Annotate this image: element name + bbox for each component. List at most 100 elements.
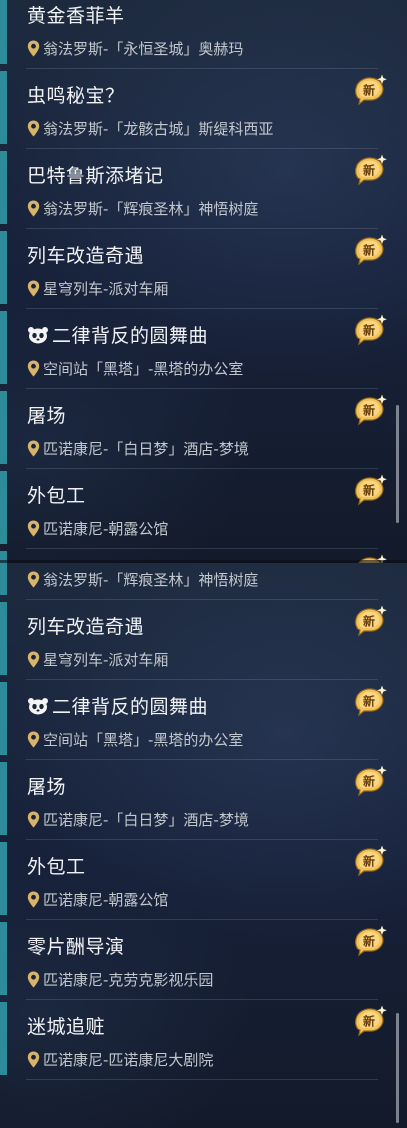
quest-location: 空间站「黑塔」-黑塔的办公室 — [27, 729, 243, 749]
new-badge-label: 新 — [363, 83, 375, 98]
new-badge: 新 — [355, 765, 387, 797]
quest-list-item[interactable]: 迷城追赃 匹诺康尼-匹诺康尼大剧院 新 — [0, 999, 407, 1080]
quest-title: 虫鸣秘宝？ — [27, 81, 125, 108]
location-text: 空间站「黑塔」-黑塔的办公室 — [43, 730, 244, 749]
quest-title: 屠场 — [27, 772, 66, 799]
item-accent-bar — [0, 922, 7, 995]
location-text: 匹诺康尼-匹诺康尼大剧院 — [43, 1050, 214, 1069]
new-badge: 新 — [355, 605, 387, 637]
item-accent-bar — [0, 471, 7, 544]
location-text: 匹诺康尼-朝露公馆 — [43, 519, 169, 538]
location-pin-icon — [27, 520, 40, 536]
new-badge: 新 — [355, 474, 387, 506]
quest-title: 列车改造奇遇 — [27, 241, 144, 268]
new-badge-label: 新 — [363, 243, 375, 258]
location-pin-icon — [27, 200, 40, 216]
location-text: 匹诺康尼-克劳克影视乐园 — [43, 970, 214, 989]
quest-list-top: 黄金香菲羊 翁法罗斯-「永恒圣城」奥赫玛 虫鸣秘宝？ 翁法罗斯-「龙骸古城」斯缇… — [0, 0, 407, 563]
new-badge-label: 新 — [363, 774, 375, 789]
new-badge: 新 — [355, 314, 387, 346]
quest-title-text: 二律背反的圆舞曲 — [52, 325, 209, 347]
location-pin-icon — [27, 40, 40, 56]
location-text: 匹诺康尼-「白日梦」酒店-梦境 — [43, 810, 249, 829]
quest-title: 零片酬导演 — [27, 932, 125, 959]
new-badge: 新 — [355, 1005, 387, 1037]
quest-list-item[interactable]: 屠场 匹诺康尼-「白日梦」酒店-梦境 新 — [0, 759, 407, 840]
new-badge-label: 新 — [363, 694, 375, 709]
location-text: 翁法罗斯-「辉痕圣林」神悟树庭 — [43, 570, 259, 589]
new-badge: 新 — [355, 234, 387, 266]
quest-title: 屠场 — [27, 401, 66, 428]
quest-title-text: 列车改造奇遇 — [27, 245, 145, 267]
location-text: 匹诺康尼-「白日梦」酒店-梦境 — [43, 439, 249, 458]
quest-title-text: 列车改造奇遇 — [27, 616, 145, 638]
location-pin-icon — [27, 651, 40, 667]
new-badge: 新 — [355, 74, 387, 106]
quest-title-text: 零片酬导演 — [27, 936, 125, 958]
scrollbar[interactable] — [396, 405, 399, 523]
item-accent-bar — [0, 151, 7, 224]
new-badge: 新 — [355, 845, 387, 877]
quest-location: 翁法罗斯-「龙骸古城」斯缇科西亚 — [27, 118, 273, 138]
new-badge-label: 新 — [363, 483, 375, 498]
quest-list-item[interactable]: 二律背反的圆舞曲 空间站「黑塔」-黑塔的办公室 新 — [0, 679, 407, 760]
item-accent-bar — [0, 0, 7, 64]
quest-location: 翁法罗斯-「永恒圣城」奥赫玛 — [27, 38, 243, 58]
quest-location: 匹诺康尼-匹诺康尼大剧院 — [27, 1049, 213, 1069]
new-badge-label: 新 — [363, 854, 375, 869]
location-pin-icon — [27, 571, 40, 587]
location-pin-icon — [27, 731, 40, 747]
location-text: 星穹列车-派对车厢 — [43, 279, 169, 298]
location-pin-icon — [27, 811, 40, 827]
quest-location: 匹诺康尼-「白日梦」酒店-梦境 — [27, 809, 249, 829]
panda-quest-icon — [28, 327, 48, 344]
quest-title-text: 二律背反的圆舞曲 — [52, 696, 209, 718]
quest-title: 迷城追赃 — [27, 1012, 105, 1039]
item-accent-bar — [0, 563, 7, 595]
quest-location: 匹诺康尼-「白日梦」酒店-梦境 — [27, 438, 249, 458]
quest-title: 外包工 — [27, 481, 86, 508]
quest-title: 二律背反的圆舞曲 — [27, 692, 208, 719]
item-accent-bar — [0, 682, 7, 755]
location-pin-icon — [27, 971, 40, 987]
item-accent-bar — [0, 391, 7, 464]
location-text: 翁法罗斯-「龙骸古城」斯缇科西亚 — [43, 119, 274, 138]
quest-location: 星穹列车-派对车厢 — [27, 278, 168, 298]
new-badge: 新 — [355, 685, 387, 717]
quest-list-item[interactable]: 外包工 匹诺康尼-朝露公馆 新 — [0, 839, 407, 920]
item-accent-bar — [0, 762, 7, 835]
quest-list-bottom: 巴特鲁斯添堵记 翁法罗斯-「辉痕圣林」神悟树庭 新 列车改造奇遇 星穹列车-派对… — [0, 563, 407, 1128]
quest-list-item[interactable]: 巴特鲁斯添堵记 翁法罗斯-「辉痕圣林」神悟树庭 新 — [0, 563, 407, 600]
location-pin-icon — [27, 120, 40, 136]
item-accent-bar — [0, 842, 7, 915]
quest-title-text: 屠场 — [27, 776, 67, 798]
new-badge-label: 新 — [363, 614, 375, 629]
quest-list-item[interactable]: 列车改造奇遇 星穹列车-派对车厢 新 — [0, 599, 407, 680]
location-text: 翁法罗斯-「永恒圣城」奥赫玛 — [43, 39, 244, 58]
quest-title-text: 巴特鲁斯添堵记 — [27, 165, 164, 187]
quest-list-item[interactable]: 屠场 匹诺康尼-「白日梦」酒店-梦境 新 — [0, 388, 407, 469]
quest-list-item[interactable]: 零片酬导演 匹诺康尼-克劳克影视乐园 新 — [0, 919, 407, 1000]
item-accent-bar — [0, 311, 7, 384]
quest-title: 二律背反的圆舞曲 — [27, 321, 208, 348]
quest-title: 列车改造奇遇 — [27, 612, 144, 639]
new-badge: 新 — [355, 925, 387, 957]
new-badge-label: 新 — [363, 163, 375, 178]
quest-list-item[interactable]: 巴特鲁斯添堵记 翁法罗斯-「辉痕圣林」神悟树庭 新 — [0, 148, 407, 229]
quest-title-text: 迷城追赃 — [27, 1016, 106, 1038]
quest-location: 翁法罗斯-「辉痕圣林」神悟树庭 — [27, 198, 258, 218]
quest-location: 匹诺康尼-朝露公馆 — [27, 889, 168, 909]
quest-list-item[interactable]: 黄金香菲羊 翁法罗斯-「永恒圣城」奥赫玛 — [0, 0, 407, 69]
quest-title-text: 虫鸣秘宝？ — [27, 85, 125, 107]
quest-list-item[interactable]: 外包工 匹诺康尼-朝露公馆 新 — [0, 468, 407, 549]
quest-list-item[interactable]: 二律背反的圆舞曲 空间站「黑塔」-黑塔的办公室 新 — [0, 308, 407, 389]
quest-list-item[interactable]: 列车改造奇遇 星穹列车-派对车厢 新 — [0, 228, 407, 309]
quest-list-item[interactable]: 虫鸣秘宝？ 翁法罗斯-「龙骸古城」斯缇科西亚 新 — [0, 68, 407, 149]
scrollbar[interactable] — [396, 1013, 399, 1123]
quest-location: 空间站「黑塔」-黑塔的办公室 — [27, 358, 243, 378]
new-badge: 新 — [355, 154, 387, 186]
quest-title-text: 外包工 — [27, 856, 86, 878]
location-pin-icon — [27, 360, 40, 376]
quest-title-text: 外包工 — [27, 485, 86, 507]
new-badge-label: 新 — [363, 323, 375, 338]
